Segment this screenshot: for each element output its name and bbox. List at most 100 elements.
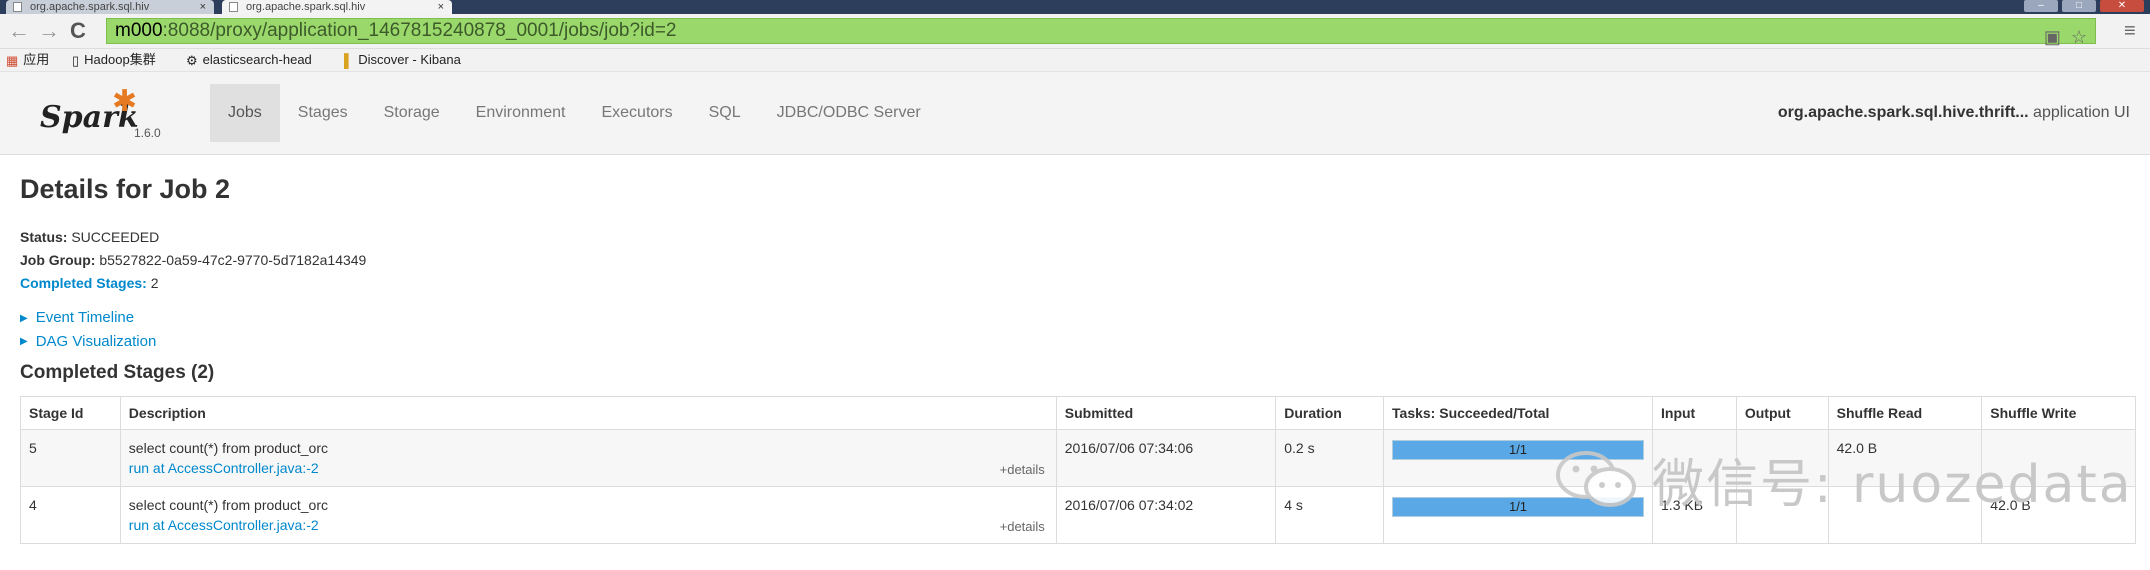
bookmark-elasticsearch[interactable]: ⚙ elasticsearch-head (186, 49, 312, 72)
description-cell: select count(*) from product_orc run at … (119, 486, 1057, 544)
page-icon: ▯ (72, 52, 80, 68)
tasks-progress-bar: 1/1 (1392, 440, 1645, 460)
shuffle-write-cell: 42.0 B (1981, 486, 2136, 544)
bookmark-star-icon[interactable]: ☆ (2071, 25, 2087, 49)
tab-executors[interactable]: Executors (583, 84, 690, 142)
column-header[interactable]: Input (1652, 396, 1737, 430)
tab-sql[interactable]: SQL (691, 84, 759, 142)
column-header[interactable]: Shuffle Read (1827, 396, 1983, 430)
browser-tabstrip: org.apache.spark.sql.hiv × org.apache.sp… (0, 0, 2150, 14)
submitted-cell: 2016/07/06 07:34:06 (1055, 429, 1277, 487)
spark-logo[interactable]: Spark ✱ 1.6.0 (40, 85, 161, 142)
maximize-button[interactable]: □ (2062, 0, 2096, 12)
column-header[interactable]: Output (1735, 396, 1829, 430)
browser-tab-title: org.apache.spark.sql.hiv (246, 1, 366, 13)
page-icon (13, 2, 22, 12)
spark-navbar: Spark ✱ 1.6.0 Jobs Stages Storage Enviro… (0, 72, 2150, 155)
job-group-row: Job Group: b5527822-0a59-47c2-9770-5d718… (20, 249, 366, 272)
caret-right-icon: ▶ (20, 312, 28, 324)
status-row: Status: SUCCEEDED (20, 226, 366, 249)
job-group-label: Job Group: (20, 252, 96, 268)
stage-description: select count(*) from product_orc (128, 497, 328, 513)
output-cell (1735, 429, 1829, 487)
bookmark-kibana[interactable]: ▌ Discover - Kibana (344, 49, 461, 72)
spark-version: 1.6.0 (134, 126, 161, 140)
window-controls: – □ ✕ (2024, 0, 2144, 14)
tasks-cell: 1/1 (1383, 429, 1654, 487)
column-header[interactable]: Stage Id (20, 396, 121, 430)
minimize-button[interactable]: – (2024, 0, 2058, 12)
url-path: :8088/proxy/application_1467815240878_00… (162, 20, 677, 41)
column-header[interactable]: Submitted (1055, 396, 1277, 430)
tasks-progress-label: 1/1 (1508, 499, 1528, 514)
completed-stages-value: 2 (146, 275, 159, 291)
nav-tabs: Jobs Stages Storage Environment Executor… (210, 84, 939, 142)
apps-grid-icon: ▦ (6, 52, 19, 68)
event-timeline-toggle[interactable]: ▶ Event Timeline (20, 306, 156, 330)
reload-icon[interactable]: C (70, 20, 86, 42)
url-host: m000 (115, 20, 163, 41)
translate-icon[interactable]: ▣ (2044, 25, 2061, 49)
bookmark-apps[interactable]: ▦ 应用 (6, 49, 49, 72)
application-suffix: application UI (2028, 104, 2130, 121)
tasks-cell: 1/1 (1383, 486, 1654, 544)
tasks-progress-bar: 1/1 (1392, 497, 1645, 517)
duration-cell: 4 s (1275, 486, 1385, 544)
shuffle-write-cell (1981, 429, 2136, 487)
caret-right-icon: ▶ (20, 336, 28, 348)
browser-tab-1[interactable]: org.apache.spark.sql.hiv × (6, 0, 214, 14)
tasks-progress-label: 1/1 (1508, 442, 1528, 457)
shuffle-read-cell: 42.0 B (1827, 429, 1983, 487)
browser-toolbar: ← → C m000:8088/proxy/application_146781… (0, 14, 2150, 49)
details-toggle[interactable]: +details (1000, 460, 1045, 480)
close-tab-icon[interactable]: × (438, 0, 444, 14)
output-cell (1735, 486, 1829, 544)
submitted-cell: 2016/07/06 07:34:02 (1055, 486, 1277, 544)
input-cell (1652, 429, 1737, 487)
stage-id-cell: 4 (20, 486, 121, 544)
completed-stages-heading: Completed Stages (2) (20, 362, 215, 383)
browser-tab-title: org.apache.spark.sql.hiv (30, 1, 150, 13)
tab-jdbc-odbc-server[interactable]: JDBC/ODBC Server (759, 84, 939, 142)
table-row: 5 select count(*) from product_orc run a… (20, 429, 2136, 487)
completed-stages-row: Completed Stages: 2 (20, 272, 366, 295)
browser-tab-2[interactable]: org.apache.spark.sql.hiv × (222, 0, 452, 14)
dag-visualization-toggle[interactable]: ▶ DAG Visualization (20, 330, 156, 354)
page-title: Details for Job 2 (20, 174, 231, 204)
address-bar[interactable]: m000:8088/proxy/application_146781524087… (106, 18, 2096, 47)
application-name: org.apache.spark.sql.hive.thrift... (1777, 104, 2029, 121)
elasticsearch-icon: ⚙ (186, 52, 198, 68)
duration-cell: 0.2 s (1275, 429, 1385, 487)
column-header[interactable]: Tasks: Succeeded/Total (1383, 396, 1654, 430)
details-toggle[interactable]: +details (1000, 517, 1045, 537)
close-window-button[interactable]: ✕ (2100, 0, 2144, 12)
column-header[interactable]: Description (119, 396, 1057, 430)
stage-id-cell: 5 (20, 429, 121, 487)
table-header-row: Stage Id Description Submitted Duration … (20, 396, 2136, 430)
bookmarks-bar: ▦ 应用 ▯ Hadoop集群 ⚙ elasticsearch-head ▌ Disco… (0, 49, 2150, 72)
visualization-toggles: ▶ Event Timeline ▶ DAG Visualization (20, 306, 156, 353)
column-header[interactable]: Duration (1275, 396, 1385, 430)
page-icon (229, 2, 238, 12)
tab-storage[interactable]: Storage (366, 84, 458, 142)
column-header[interactable]: Shuffle Write (1981, 396, 2136, 430)
stage-link[interactable]: run at AccessController.java:-2 (129, 458, 1045, 478)
completed-stages-table: Stage Id Description Submitted Duration … (20, 396, 2136, 544)
spark-star-icon: ✱ (112, 85, 138, 118)
forward-icon[interactable]: → (38, 20, 60, 42)
input-cell: 1.3 KB (1652, 486, 1737, 544)
tab-stages[interactable]: Stages (280, 84, 366, 142)
job-group-value: b5527822-0a59-47c2-9770-5d7182a14349 (95, 252, 367, 268)
shuffle-read-cell (1827, 486, 1983, 544)
close-tab-icon[interactable]: × (200, 0, 206, 14)
stage-link[interactable]: run at AccessController.java:-2 (129, 515, 1045, 535)
tab-environment[interactable]: Environment (458, 84, 584, 142)
completed-stages-link[interactable]: Completed Stages: (20, 275, 147, 291)
stage-description: select count(*) from product_orc (128, 440, 328, 456)
kibana-icon: ▌ (344, 52, 354, 68)
description-cell: select count(*) from product_orc run at … (119, 429, 1057, 487)
tab-jobs[interactable]: Jobs (210, 84, 280, 142)
menu-icon[interactable]: ≡ (2124, 20, 2136, 42)
back-icon[interactable]: ← (8, 20, 30, 42)
bookmark-hadoop[interactable]: ▯ Hadoop集群 (72, 49, 156, 72)
